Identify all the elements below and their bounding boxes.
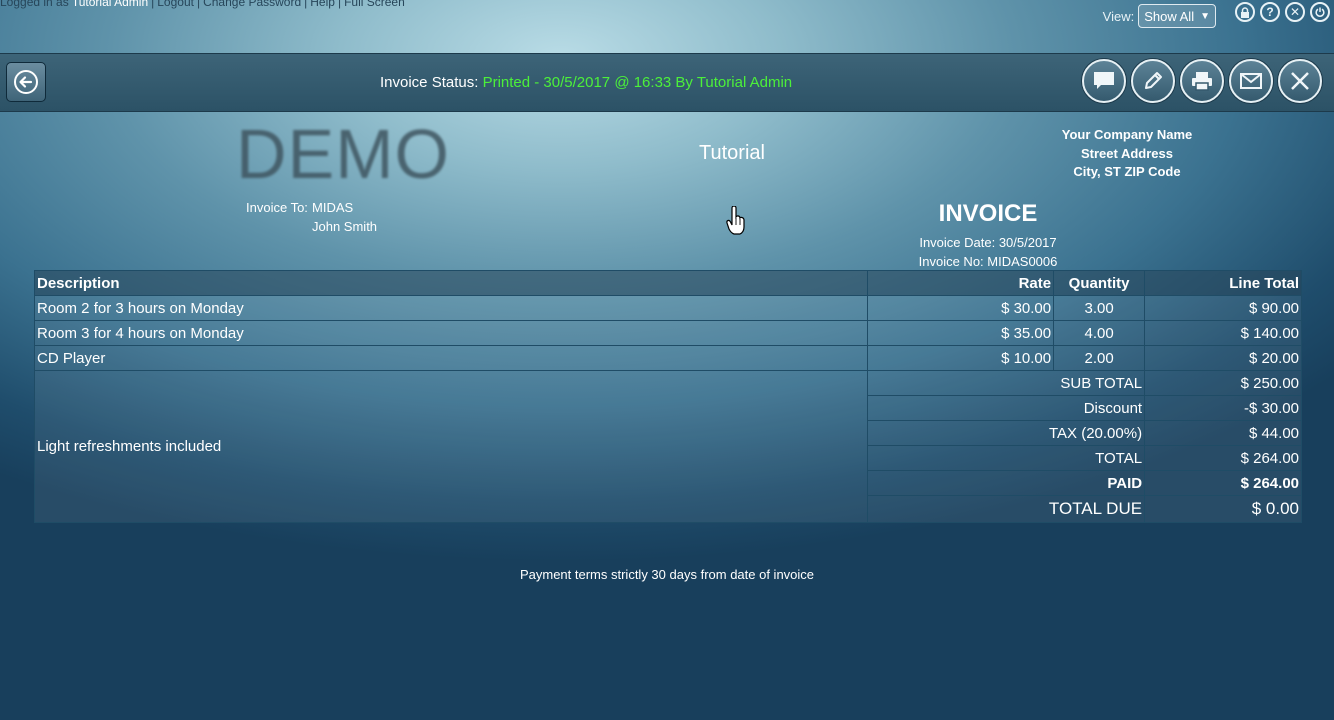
total-due-label: TOTAL DUE — [867, 495, 1146, 523]
discount-value: -$ 30.00 — [1144, 395, 1302, 421]
company-address: Your Company Name Street Address City, S… — [1027, 126, 1227, 182]
full-screen-link[interactable]: Full Screen — [344, 0, 405, 9]
payment-terms: Payment terms strictly 30 days from date… — [519, 567, 815, 582]
company-logo: DEMO — [236, 115, 450, 193]
change-password-link[interactable]: Change Password — [203, 0, 301, 9]
close-button[interactable] — [1278, 59, 1322, 103]
caret-down-icon: ▼ — [1200, 10, 1210, 22]
header-quantity: Quantity — [1053, 270, 1146, 296]
help-link[interactable]: Help — [310, 0, 335, 9]
back-arrow-icon — [14, 70, 38, 94]
print-button[interactable] — [1180, 59, 1224, 103]
email-icon — [1240, 73, 1262, 89]
invoice-title: INVOICE — [938, 200, 1038, 227]
help-icon[interactable]: ? — [1260, 2, 1280, 22]
row-description: Room 2 for 3 hours on Monday — [33, 295, 869, 321]
total-due-value: $ 0.00 — [1144, 495, 1302, 523]
paid-value: $ 264.00 — [1144, 470, 1302, 496]
header-description: Description — [33, 270, 869, 296]
row-rate: $ 35.00 — [867, 320, 1055, 346]
row-total: $ 90.00 — [1144, 295, 1302, 321]
header-rate: Rate — [867, 270, 1055, 296]
organization-name: Tutorial — [699, 142, 765, 164]
header-line-total: Line Total — [1144, 270, 1302, 296]
row-rate: $ 10.00 — [867, 345, 1055, 371]
view-select[interactable]: Show All ▼ — [1138, 4, 1216, 28]
invoice-to-label: Invoice To: — [246, 200, 308, 215]
invoice-status-bar: Invoice Status: Printed - 30/5/2017 @ 16… — [0, 53, 1334, 112]
logged-in-label: Logged in as — [0, 0, 69, 9]
total-label: TOTAL — [867, 445, 1146, 471]
row-total: $ 20.00 — [1144, 345, 1302, 371]
company-city: City, ST ZIP Code — [1073, 164, 1181, 179]
sub-total-label: SUB TOTAL — [867, 370, 1146, 396]
top-icon-group: ? ✕ — [1235, 2, 1330, 22]
invoice-notes: Light refreshments included — [33, 370, 869, 523]
view-filter: View: Show All ▼ — [1103, 4, 1216, 28]
comment-button[interactable] — [1082, 59, 1126, 103]
row-quantity: 2.00 — [1053, 345, 1146, 371]
invoice-to-company: MIDAS — [312, 200, 354, 215]
email-button[interactable] — [1229, 59, 1273, 103]
table-row: Room 2 for 3 hours on Monday $ 30.00 3.0… — [33, 295, 1302, 321]
invoice-status: Invoice Status: Printed - 30/5/2017 @ 16… — [380, 74, 792, 91]
edit-icon — [1145, 72, 1162, 89]
sub-total-value: $ 250.00 — [1144, 370, 1302, 396]
top-bar: Logged in as Tutorial Admin | Logout | Chang… — [0, 0, 1334, 52]
power-icon[interactable] — [1310, 2, 1330, 22]
close-icon — [1291, 72, 1309, 90]
hand-cursor-icon — [726, 206, 745, 235]
table-row: CD Player $ 10.00 2.00 $ 20.00 — [33, 345, 1302, 371]
comment-icon — [1094, 72, 1114, 89]
invoice-meta: Invoice Date: 30/5/2017 Invoice No: MIDA… — [888, 234, 1088, 271]
invoice-date: Invoice Date: 30/5/2017 — [919, 235, 1057, 250]
close-icon[interactable]: ✕ — [1285, 2, 1305, 22]
company-name: Your Company Name — [1061, 127, 1193, 142]
invoice-status-label: Invoice Status: — [380, 74, 479, 91]
lock-icon[interactable] — [1235, 2, 1255, 22]
row-quantity: 3.00 — [1053, 295, 1146, 321]
tax-label: TAX (20.00%) — [867, 420, 1146, 446]
row-description: CD Player — [33, 345, 869, 371]
company-street: Street Address — [1081, 145, 1173, 161]
row-quantity: 4.00 — [1053, 320, 1146, 346]
print-icon — [1192, 72, 1212, 91]
logout-link[interactable]: Logout — [157, 0, 194, 9]
invoice-status-value: Printed - 30/5/2017 @ 16:33 By Tutorial … — [482, 74, 793, 91]
summary-row: Light refreshments included SUB TOTAL $ … — [33, 370, 1302, 523]
view-select-value: Show All — [1144, 8, 1195, 24]
paid-label: PAID — [867, 470, 1146, 496]
invoice-table: Description Rate Quantity Line Total Roo… — [33, 270, 1302, 523]
total-value: $ 264.00 — [1144, 445, 1302, 471]
edit-button[interactable] — [1131, 59, 1175, 103]
invoice-number: Invoice No: MIDAS0006 — [918, 253, 1058, 269]
back-button[interactable] — [6, 62, 46, 102]
table-header-row: Description Rate Quantity Line Total — [33, 270, 1302, 296]
row-rate: $ 30.00 — [867, 295, 1055, 321]
row-description: Room 3 for 4 hours on Monday — [33, 320, 869, 346]
invoice-to-block: Invoice To: — [246, 199, 308, 218]
action-buttons — [1082, 59, 1322, 103]
invoice-to-recipient: MIDAS John Smith — [312, 199, 377, 236]
top-links: Logged in as Tutorial Admin | Logout | Chang… — [0, 0, 405, 9]
invoice-to-contact: John Smith — [312, 218, 378, 234]
tax-value: $ 44.00 — [1144, 420, 1302, 446]
discount-label: Discount — [867, 395, 1146, 421]
view-label: View: — [1102, 8, 1135, 24]
table-row: Room 3 for 4 hours on Monday $ 35.00 4.0… — [33, 320, 1302, 346]
logged-in-user: Tutorial Admin — [71, 0, 149, 9]
row-total: $ 140.00 — [1144, 320, 1302, 346]
